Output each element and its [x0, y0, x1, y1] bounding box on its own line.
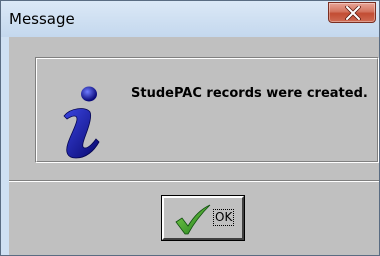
- close-button[interactable]: [328, 2, 376, 23]
- dialog-client-area: StudePAC records were created. OK: [9, 37, 379, 255]
- ok-button[interactable]: OK: [161, 195, 245, 241]
- information-icon: [63, 86, 100, 159]
- divider: [9, 180, 379, 182]
- close-x-icon: [345, 6, 361, 20]
- window-title: Message: [9, 10, 75, 28]
- title-bar[interactable]: Message: [1, 1, 379, 37]
- message-dialog-window: Message StudePAC records were created. O…: [0, 0, 380, 256]
- message-panel: StudePAC records were created.: [35, 57, 379, 163]
- green-checkmark-icon: [175, 204, 211, 235]
- ok-button-label: OK: [212, 209, 235, 226]
- message-text: StudePAC records were created.: [131, 86, 368, 101]
